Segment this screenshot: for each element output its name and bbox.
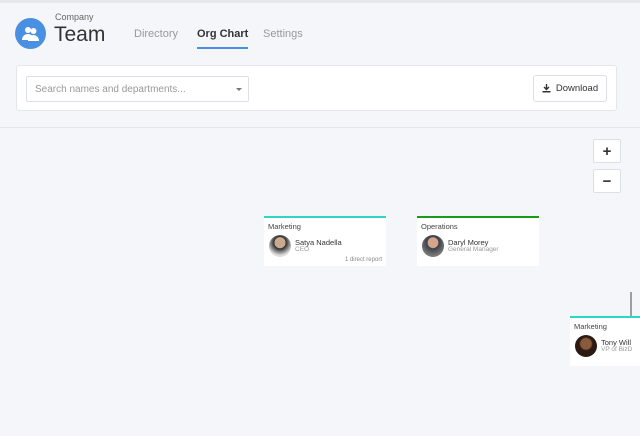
zoom-in-button[interactable]: + (593, 139, 621, 163)
avatar (422, 235, 444, 257)
top-border (0, 0, 640, 3)
users-icon (15, 18, 46, 49)
direct-reports-link[interactable]: 1 direct report (345, 257, 382, 263)
chevron-down-icon[interactable] (236, 88, 242, 91)
org-card[interactable]: Operations Daryl Morey General Manager (417, 216, 539, 266)
card-title: General Manager (448, 246, 499, 253)
search-placeholder: Search names and departments... (35, 84, 186, 95)
avatar (575, 335, 597, 357)
search-input[interactable]: Search names and departments... (26, 76, 249, 102)
avatar (269, 235, 291, 257)
card-department: Operations (421, 222, 458, 231)
toolbar-panel: Search names and departments... Download (16, 65, 617, 111)
zoom-out-button[interactable]: − (593, 169, 621, 193)
tab-org-chart[interactable]: Org Chart (197, 28, 249, 49)
card-department: Marketing (574, 322, 607, 331)
download-icon (542, 84, 551, 93)
card-title: VP of BizD (601, 346, 633, 353)
download-button[interactable]: Download (533, 75, 607, 102)
download-label: Download (555, 83, 599, 94)
org-card[interactable]: Marketing Satya Nadella CEO 1 direct rep… (264, 216, 386, 266)
card-title: CEO (295, 246, 310, 253)
company-label: Company (55, 12, 94, 22)
card-department: Marketing (268, 222, 301, 231)
tab-directory[interactable]: Directory (134, 28, 178, 40)
divider (0, 127, 640, 128)
page-title: Team (54, 23, 106, 46)
tab-settings[interactable]: Settings (263, 28, 303, 40)
connector-line (630, 292, 632, 317)
org-card[interactable]: Marketing Tony Will VP of BizD (570, 316, 640, 366)
